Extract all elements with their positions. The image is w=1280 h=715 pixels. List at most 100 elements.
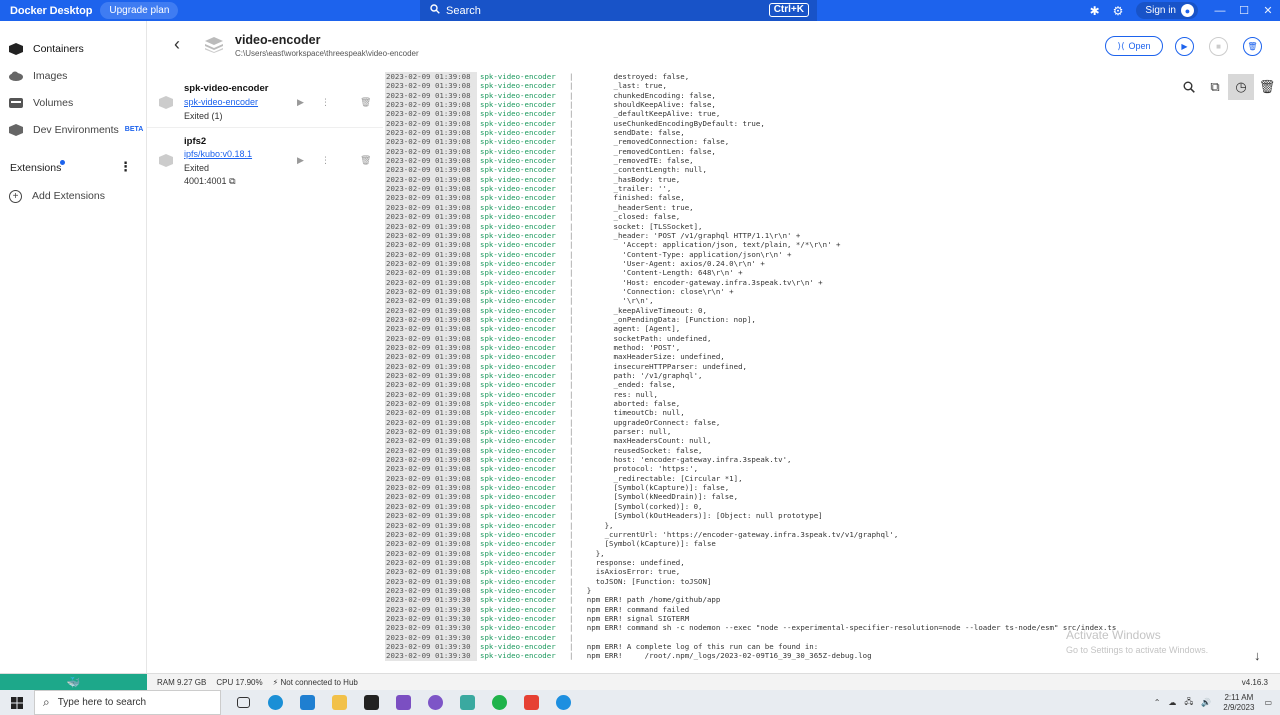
kebab-menu-icon[interactable]: ⋮	[321, 155, 330, 166]
taskbar-search[interactable]: ⌕ Type here to search	[34, 690, 221, 715]
log-service: spk-video-encoder	[480, 511, 556, 521]
container-image-link[interactable]: ipfs/kubo:v0.18.1	[184, 149, 252, 159]
container-port[interactable]: 4001:4001 ⧉	[184, 176, 236, 187]
log-line: 2023-02-09 01:39:08 spk-video-encoder | _r…	[385, 156, 1245, 166]
log-message: npm ERR! A complete log of this run can …	[573, 641, 819, 651]
sidebar-item-dev-environments[interactable]: Dev Environments BETA	[0, 116, 146, 143]
log-timestamp: 2023-02-09 01:39:08	[385, 212, 477, 222]
dev-env-icon	[9, 123, 23, 136]
notifications-icon[interactable]: ▭	[1264, 698, 1272, 707]
minimize-icon[interactable]: —	[1208, 5, 1232, 17]
docker-icon[interactable]	[547, 690, 579, 715]
log-timestamp: 2023-02-09 01:39:08	[385, 81, 477, 91]
sidebar-item-containers[interactable]: Containers	[0, 35, 146, 62]
log-message: _hasBody: true,	[573, 174, 681, 184]
list-item[interactable]: ipfs2 ipfs/kubo:v0.18.1 Exited 4001:4001…	[147, 128, 383, 188]
log-service: spk-video-encoder	[480, 427, 556, 437]
log-service: spk-video-encoder	[480, 548, 556, 558]
clock[interactable]: 2:11 AM 2/9/2023	[1223, 693, 1254, 713]
maximize-icon[interactable]: ☐	[1232, 4, 1256, 17]
visual-studio-icon[interactable]	[387, 690, 419, 715]
taskbar-search-placeholder: Type here to search	[57, 697, 147, 708]
sidebar-item-volumes[interactable]: Volumes	[0, 89, 146, 116]
log-line: 2023-02-09 01:39:08 spk-video-encoder | re…	[385, 389, 1245, 400]
log-message: npm ERR! command failed	[573, 604, 690, 614]
search-icon[interactable]	[1176, 74, 1202, 100]
start-icon[interactable]: ▶	[1175, 37, 1194, 56]
trash-icon[interactable]: 🗑	[360, 155, 371, 166]
cpu-usage: CPU 17.90%	[216, 677, 263, 687]
log-message: _onPendingData: [Function: nop],	[573, 314, 756, 324]
kebab-menu-icon[interactable]: ⋮	[321, 97, 330, 108]
log-timestamp: 2023-02-09 01:39:08	[385, 585, 477, 596]
log-line: 2023-02-09 01:39:08 spk-video-encoder | },	[385, 520, 1245, 530]
clock-icon[interactable]: ◷	[1228, 74, 1254, 100]
sign-in-button[interactable]: Sign in ●	[1136, 2, 1198, 19]
log-timestamp: 2023-02-09 01:39:08	[385, 118, 477, 129]
list-item[interactable]: spk-video-encoder spk-video-encoder Exit…	[147, 68, 383, 128]
log-timestamp: 2023-02-09 01:39:08	[385, 174, 477, 185]
anydesk-icon[interactable]	[515, 690, 547, 715]
log-service: spk-video-encoder	[480, 585, 556, 595]
log-timestamp: 2023-02-09 01:39:08	[385, 230, 477, 241]
windows-start-icon[interactable]	[0, 690, 34, 715]
trash-icon[interactable]: 🗑	[360, 97, 371, 108]
play-icon[interactable]: ▶	[297, 97, 304, 108]
gear-icon[interactable]: ⚙	[1113, 4, 1124, 18]
upgrade-plan-button[interactable]: Upgrade plan	[100, 2, 179, 19]
file-explorer-icon[interactable]	[323, 690, 355, 715]
log-message: chunkedEncoding: false,	[573, 90, 716, 100]
line-icon[interactable]	[483, 690, 515, 715]
close-icon[interactable]: ✕	[1256, 4, 1280, 17]
log-service: spk-video-encoder	[480, 324, 556, 334]
log-message: timeoutCb: null,	[573, 408, 685, 418]
add-extensions-button[interactable]: + Add Extensions	[0, 185, 146, 207]
chevron-up-icon[interactable]: ⌃	[1154, 698, 1161, 707]
viber-icon[interactable]	[419, 690, 451, 715]
back-arrow-icon[interactable]: ‹	[174, 34, 180, 55]
search-shortcut: Ctrl+K	[768, 3, 809, 17]
hub-status: ⚡ Not connected to Hub	[273, 678, 358, 687]
open-button[interactable]: ⟩⟨ Open	[1105, 36, 1163, 56]
log-timestamp: 2023-02-09 01:39:08	[385, 221, 477, 231]
stop-icon[interactable]: ■	[1209, 37, 1228, 56]
play-icon[interactable]: ▶	[297, 155, 304, 166]
log-service: spk-video-encoder	[480, 651, 556, 661]
log-service: spk-video-encoder	[480, 604, 556, 614]
log-timestamp: 2023-02-09 01:39:08	[385, 352, 477, 362]
log-service: spk-video-encoder	[480, 632, 556, 642]
delete-icon[interactable]: 🗑	[1243, 37, 1262, 56]
onedrive-icon[interactable]: ☁	[1168, 698, 1176, 707]
extensions-menu-icon[interactable]: ⋮	[119, 160, 132, 173]
log-service: spk-video-encoder	[480, 483, 556, 493]
edge-icon[interactable]	[259, 690, 291, 715]
log-timestamp: 2023-02-09 01:39:08	[385, 539, 477, 549]
plus-icon: +	[9, 189, 22, 203]
log-panel[interactable]: 2023-02-09 01:39:08 spk-video-encoder | de…	[384, 68, 1280, 673]
docker-whale-icon[interactable]: 🐳	[0, 673, 147, 691]
log-timestamp: 2023-02-09 01:39:08	[385, 473, 477, 484]
slack-icon[interactable]	[451, 690, 483, 715]
network-icon[interactable]: 🖧	[1184, 696, 1193, 710]
search-bar[interactable]: Search Ctrl+K	[420, 0, 817, 21]
task-view-icon[interactable]	[227, 690, 259, 715]
bug-icon[interactable]: ✱	[1090, 4, 1100, 18]
log-timestamp: 2023-02-09 01:39:08	[385, 501, 477, 512]
log-line: 2023-02-09 01:39:08 spk-video-encoder | _e…	[385, 380, 1245, 390]
log-timestamp: 2023-02-09 01:39:08	[385, 389, 477, 400]
log-line: 2023-02-09 01:39:08 spk-video-encoder | is…	[385, 567, 1245, 577]
log-message: _removedContLen: false,	[573, 146, 716, 156]
terminal-icon[interactable]	[355, 690, 387, 715]
vscode-icon[interactable]	[291, 690, 323, 715]
trash-icon[interactable]: 🗑	[1254, 74, 1280, 100]
log-line: 2023-02-09 01:39:08 spk-video-encoder | to…	[385, 576, 1245, 586]
container-image-link[interactable]: spk-video-encoder	[184, 97, 258, 107]
log-timestamp: 2023-02-09 01:39:08	[385, 277, 477, 287]
copy-icon[interactable]: ⧉	[1202, 74, 1228, 100]
log-timestamp: 2023-02-09 01:39:08	[385, 146, 477, 157]
volume-icon[interactable]: 🔊	[1201, 698, 1211, 707]
log-line: 2023-02-09 01:39:08 spk-video-encoder | _r…	[385, 473, 1245, 484]
scroll-down-icon[interactable]: ↓	[1254, 648, 1261, 663]
log-line: 2023-02-09 01:39:08 spk-video-encoder | re…	[385, 445, 1245, 456]
sidebar-item-images[interactable]: Images	[0, 62, 146, 89]
